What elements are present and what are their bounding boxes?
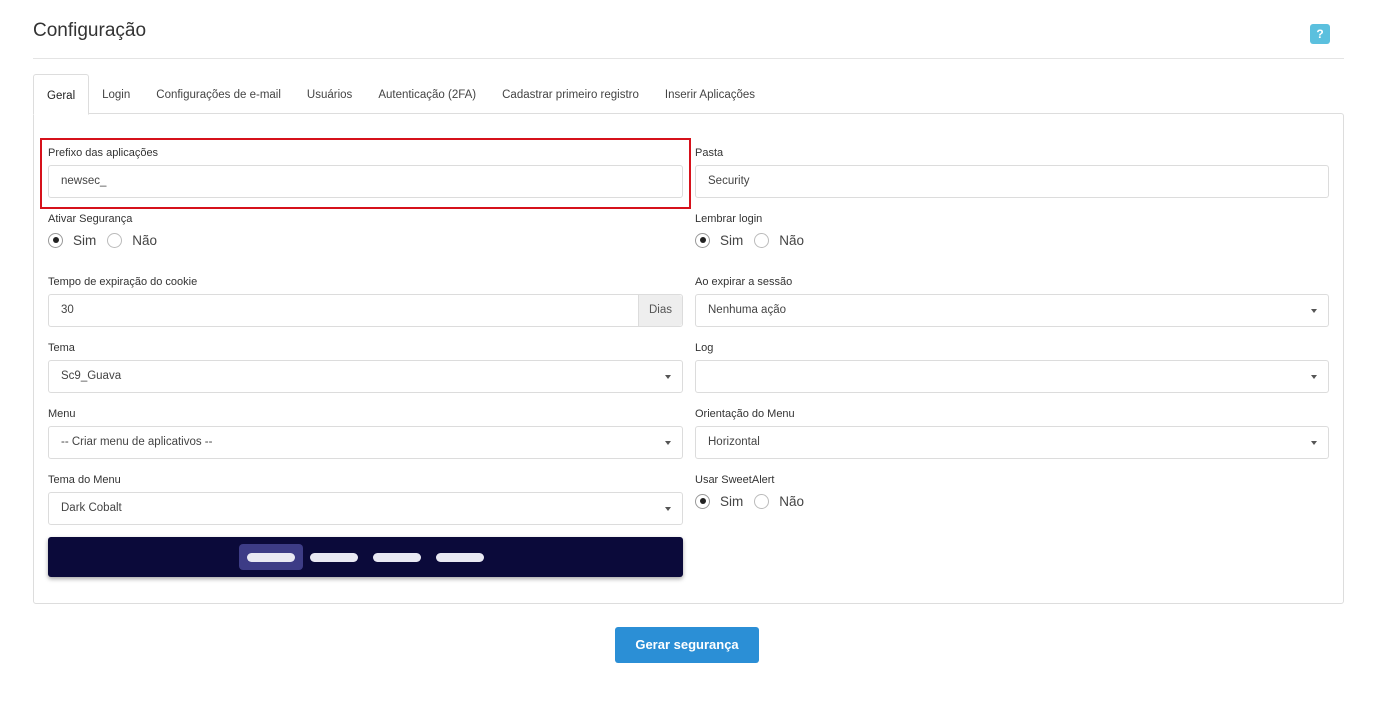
menu-theme-select[interactable]: Dark Cobalt <box>48 492 683 525</box>
menu-select[interactable]: -- Criar menu de aplicativos -- <box>48 426 683 459</box>
menu-theme-preview <box>48 537 683 577</box>
tab-geral[interactable]: Geral <box>33 74 90 115</box>
tab-bar: Geral Login Configurações de e-mail Usuá… <box>33 74 768 115</box>
tab-2fa[interactable]: Autenticação (2FA) <box>365 74 489 114</box>
chevron-down-icon <box>665 441 671 445</box>
security-label: Ativar Segurança <box>48 213 133 225</box>
security-yes-label: Sim <box>73 232 97 248</box>
menu-orientation-select[interactable]: Horizontal <box>695 426 1329 459</box>
security-radio-group: Sim Não <box>48 231 168 249</box>
remember-yes-radio[interactable] <box>695 232 710 248</box>
security-yes-radio[interactable] <box>48 232 63 248</box>
help-button[interactable]: ? <box>1310 24 1330 44</box>
preview-menu-item <box>373 553 421 562</box>
folder-label: Pasta <box>695 147 724 159</box>
cookie-expiration-value: 30 <box>61 304 74 316</box>
folder-input[interactable]: Security <box>695 165 1329 198</box>
generate-security-button[interactable]: Gerar segurança <box>615 627 759 663</box>
tab-first-record[interactable]: Cadastrar primeiro registro <box>489 74 652 114</box>
theme-select-value: Sc9_Guava <box>61 370 122 382</box>
menu-theme-select-value: Dark Cobalt <box>61 502 122 514</box>
log-select[interactable] <box>695 360 1329 393</box>
chevron-down-icon <box>1311 375 1317 379</box>
sweetalert-label: Usar SweetAlert <box>695 474 775 486</box>
chevron-down-icon <box>665 507 671 511</box>
chevron-down-icon <box>1311 309 1317 313</box>
tab-login[interactable]: Login <box>89 74 143 114</box>
preview-menu-item <box>310 553 358 562</box>
menu-select-value: -- Criar menu de aplicativos -- <box>61 436 213 448</box>
title-divider <box>33 58 1344 59</box>
cookie-expiration-label: Tempo de expiração do cookie <box>48 276 198 288</box>
menu-theme-label: Tema do Menu <box>48 474 121 486</box>
security-no-radio[interactable] <box>107 232 123 248</box>
cookie-expiration-unit: Dias <box>638 295 682 326</box>
tab-email-settings[interactable]: Configurações de e-mail <box>143 74 294 114</box>
remember-no-radio[interactable] <box>754 232 770 248</box>
theme-label: Tema <box>48 342 75 354</box>
remember-login-radio-group: Sim Não <box>695 231 815 249</box>
chevron-down-icon <box>665 375 671 379</box>
sweetalert-no-radio[interactable] <box>754 493 770 509</box>
log-label: Log <box>695 342 714 354</box>
remember-yes-label: Sim <box>720 232 744 248</box>
remember-no-label: Não <box>779 232 805 248</box>
menu-orientation-value: Horizontal <box>708 436 760 448</box>
security-no-label: Não <box>132 232 158 248</box>
tab-insert-apps[interactable]: Inserir Aplicações <box>652 74 768 114</box>
highlight-box <box>40 138 691 209</box>
menu-orientation-label: Orientação do Menu <box>695 408 795 420</box>
chevron-down-icon <box>1311 441 1317 445</box>
preview-menu-item <box>247 553 295 562</box>
preview-menu-item <box>436 553 484 562</box>
sweetalert-yes-radio[interactable] <box>695 493 710 509</box>
cookie-expiration-input[interactable]: 30 Dias <box>48 294 683 327</box>
theme-select[interactable]: Sc9_Guava <box>48 360 683 393</box>
remember-login-label: Lembrar login <box>695 213 763 225</box>
tab-users[interactable]: Usuários <box>294 74 365 114</box>
session-expire-label: Ao expirar a sessão <box>695 276 793 288</box>
sweetalert-radio-group: Sim Não <box>695 492 815 510</box>
sweetalert-no-label: Não <box>779 493 805 509</box>
session-expire-select[interactable]: Nenhuma ação <box>695 294 1329 327</box>
page-title: Configuração <box>33 20 147 41</box>
sweetalert-yes-label: Sim <box>720 493 744 509</box>
session-expire-value: Nenhuma ação <box>708 304 786 316</box>
menu-label: Menu <box>48 408 76 420</box>
